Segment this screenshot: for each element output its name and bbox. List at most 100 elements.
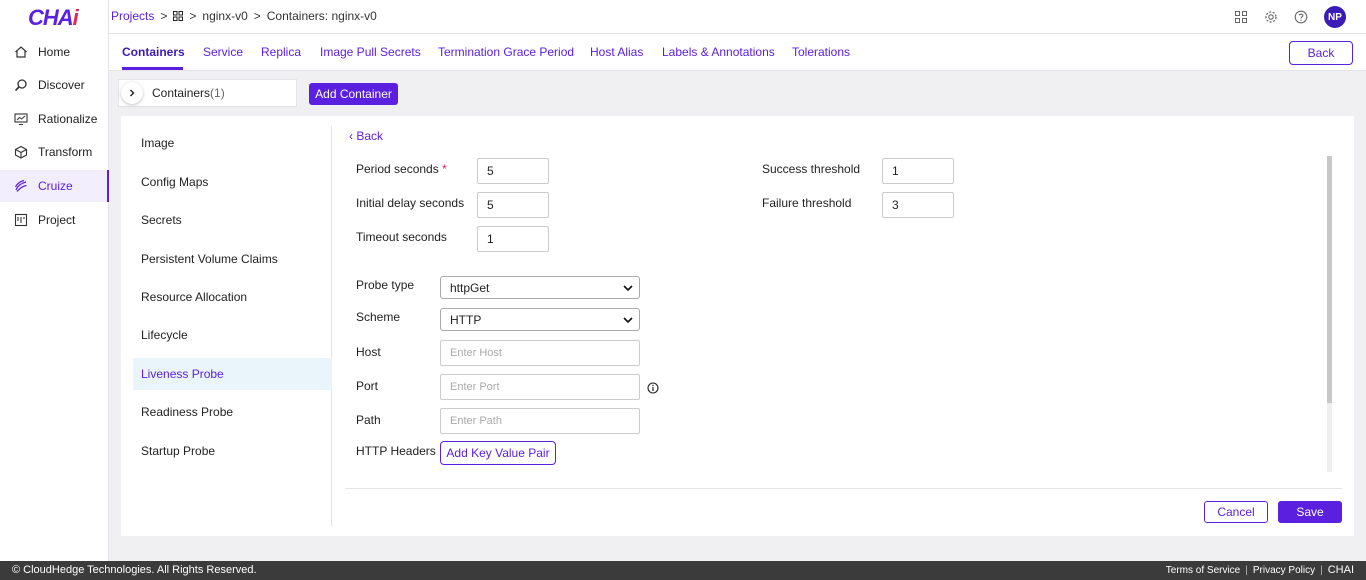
sidebar-item-transform[interactable]: Transform [0,136,109,168]
cruize-icon [14,179,27,192]
failure-threshold-label: Failure threshold [762,196,852,210]
timeout-seconds-input[interactable] [477,226,549,252]
probe-type-value: httpGet [450,280,490,295]
path-label: Path [356,413,381,427]
tab-termination-grace-period[interactable]: Termination Grace Period [438,45,574,59]
tab-host-alias[interactable]: Host Alias [590,45,643,59]
privacy-policy-link[interactable]: Privacy Policy [1253,565,1315,576]
cancel-button[interactable]: Cancel [1204,501,1268,523]
scheme-label: Scheme [356,310,401,324]
path-input[interactable] [440,408,640,434]
containers-selector[interactable]: Containers(1) [118,79,297,107]
home-icon [15,46,27,58]
menu-item-resource-allocation[interactable]: Resource Allocation [133,281,332,313]
active-tab-indicator [122,67,183,70]
menu-item-readiness-probe[interactable]: Readiness Probe [133,396,332,428]
host-label: Host [356,345,381,359]
sidebar-item-label: Discover [38,78,85,92]
logo[interactable]: CHAi [28,5,79,31]
grid-icon [173,11,184,21]
menu-item-startup-probe[interactable]: Startup Probe [133,435,332,467]
chevron-right-icon[interactable] [121,82,143,104]
probe-type-label: Probe type [356,278,415,292]
failure-threshold-input[interactable] [882,192,954,218]
footer-links: Terms of Service | Privacy Policy | CHAI [1166,564,1354,576]
menu-item-secrets[interactable]: Secrets [133,204,332,236]
scrollbar-thumb[interactable] [1327,156,1332,403]
tab-replica[interactable]: Replica [261,45,301,59]
container-config-panel: Image Config Maps Secrets Persistent Vol… [121,116,1354,536]
chevron-down-icon [623,284,633,291]
divider [345,488,1342,489]
gear-icon[interactable] [1264,10,1278,24]
copyright-text: © CloudHedge Technologies. All Rights Re… [12,564,257,576]
containers-label: Containers(1) [152,86,225,100]
probe-type-select[interactable]: httpGet [440,276,640,299]
menu-item-config-maps[interactable]: Config Maps [133,166,332,198]
sidebar-item-cruize[interactable]: Cruize [0,170,109,202]
form-back-link[interactable]: ‹ Back [349,129,383,143]
sidebar-item-home[interactable]: Home [0,36,109,68]
discover-icon [14,79,27,92]
back-button[interactable]: Back [1289,41,1353,65]
initial-delay-seconds-input[interactable] [477,192,549,218]
logo-accent: i [72,5,79,30]
scheme-select[interactable]: HTTP [440,308,640,331]
chevron-right-icon: > [253,9,261,23]
transform-icon [14,145,28,159]
chevron-down-icon [623,316,633,323]
footer-brand: CHAI [1327,564,1354,576]
sidebar-item-rationalize[interactable]: Rationalize [0,103,109,135]
tab-service[interactable]: Service [203,45,243,59]
breadcrumb-projects[interactable]: Projects [111,9,154,23]
save-button[interactable]: Save [1278,501,1342,523]
add-container-button[interactable]: Add Container [309,83,398,105]
scheme-value: HTTP [450,312,482,327]
sidebar-item-discover[interactable]: Discover [0,69,109,101]
apps-grid-icon[interactable] [1234,10,1248,24]
tab-labels-annotations[interactable]: Labels & Annotations [662,45,775,59]
breadcrumb-project[interactable]: nginx-v0 [202,9,247,23]
avatar[interactable]: NP [1324,6,1346,28]
menu-item-image[interactable]: Image [133,127,332,159]
sidebar-item-label: Home [38,45,71,59]
form-back-label: Back [356,129,384,143]
menu-item-lifecycle[interactable]: Lifecycle [133,319,332,351]
terms-of-service-link[interactable]: Terms of Service [1166,565,1240,576]
port-label: Port [356,379,379,393]
sidebar-item-label: Rationalize [38,112,98,126]
footer-separator: | [1320,564,1323,576]
info-icon[interactable] [647,382,659,394]
top-actions: NP [1234,6,1346,28]
period-seconds-label: Period seconds * [356,162,447,176]
containers-title: Containers [152,86,211,100]
rationalize-icon [14,113,28,125]
tab-containers[interactable]: Containers [122,45,185,59]
breadcrumb-current: Containers: nginx-v0 [266,9,377,23]
top-bar: Projects > > nginx-v0 > Containers: ngin… [109,0,1366,34]
sidebar-item-label: Project [38,213,76,227]
success-threshold-input[interactable] [882,158,954,184]
sidebar-item-label: Cruize [38,179,73,193]
sidebar-item-label: Transform [38,145,93,159]
http-headers-label: HTTP Headers [356,444,436,458]
sidebar: CHAi Home Discover Rationalize Transform… [0,0,109,561]
timeout-seconds-label: Timeout seconds [356,230,447,244]
help-icon[interactable] [1294,10,1308,24]
host-input[interactable] [440,340,640,366]
initial-delay-seconds-label: Initial delay seconds [356,196,465,210]
tab-tolerations[interactable]: Tolerations [792,45,850,59]
port-input[interactable] [440,374,640,400]
tab-image-pull-secrets[interactable]: Image Pull Secrets [320,45,421,59]
footer: © CloudHedge Technologies. All Rights Re… [0,561,1366,580]
sidebar-item-project[interactable]: Project [0,204,109,236]
period-seconds-input[interactable] [477,158,549,184]
menu-item-liveness-probe[interactable]: Liveness Probe [133,358,332,390]
menu-item-persistent-volume-claims[interactable]: Persistent Volume Claims [133,243,332,275]
breadcrumb: Projects > > nginx-v0 > Containers: ngin… [111,9,377,23]
project-icon [14,213,28,227]
containers-count: (1) [210,86,225,100]
tab-bar: Containers Service Replica Image Pull Se… [109,34,1366,71]
add-key-value-pair-button[interactable]: Add Key Value Pair [440,441,556,465]
config-section-menu: Image Config Maps Secrets Persistent Vol… [121,126,332,526]
